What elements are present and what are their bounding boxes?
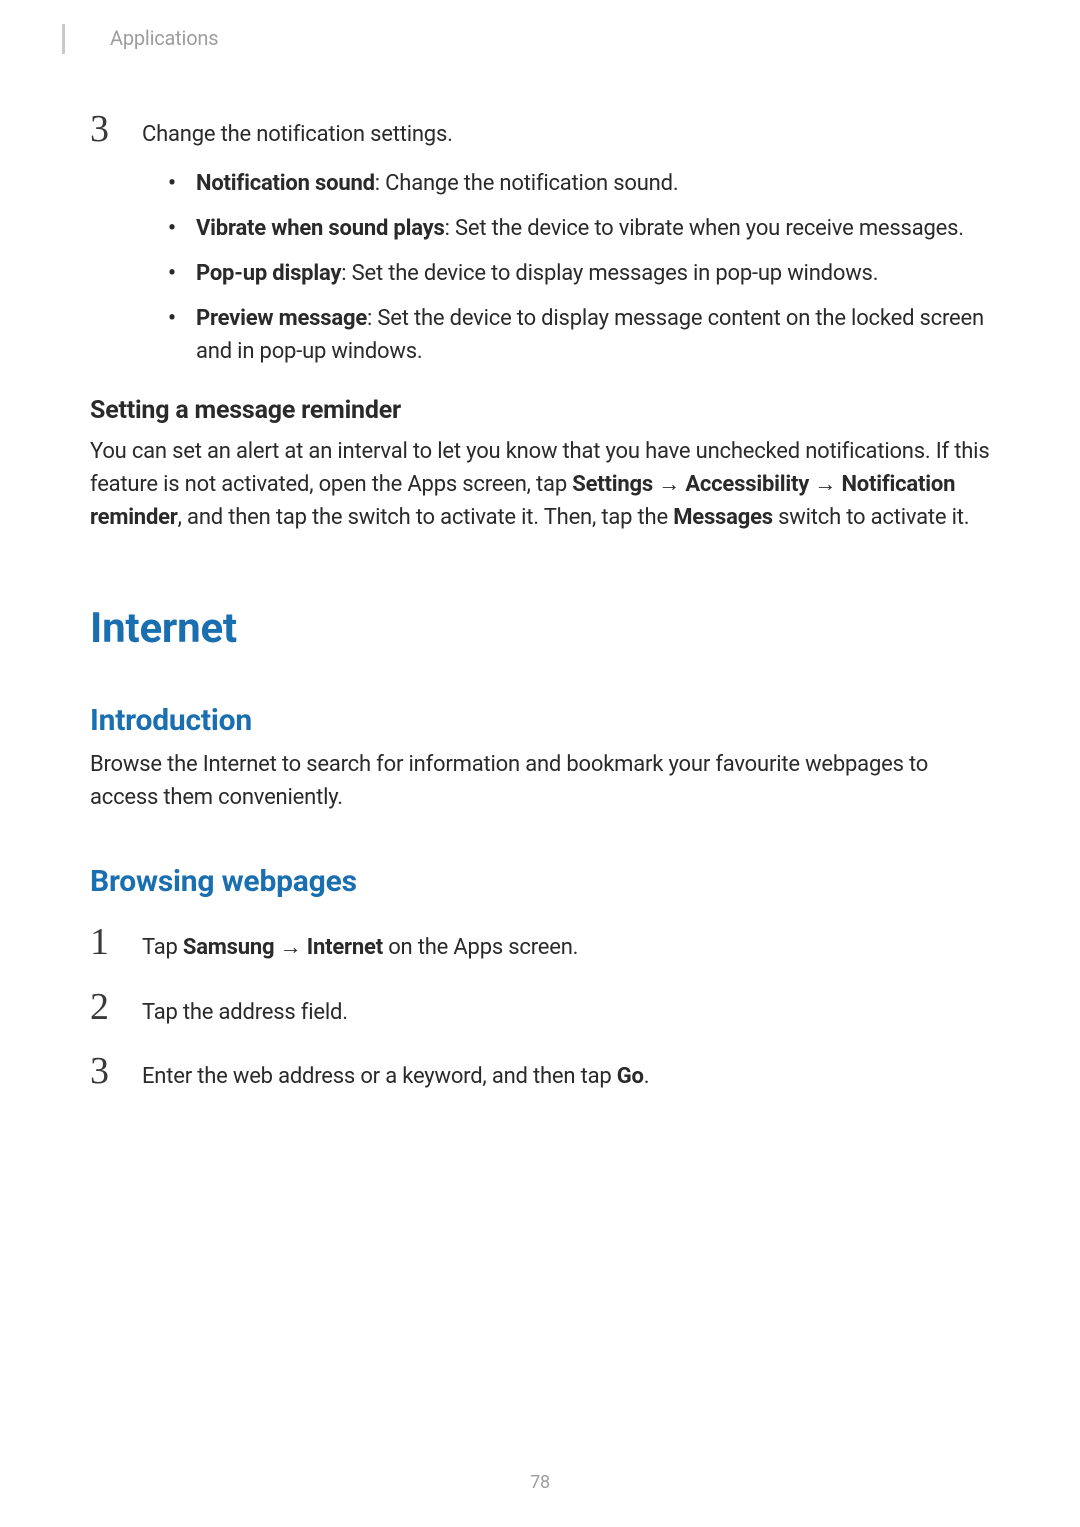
bullet-desc: : Change the notification sound. xyxy=(375,171,679,196)
breadcrumb: Applications xyxy=(110,26,990,50)
reminder-paragraph: You can set an alert at an interval to l… xyxy=(90,435,990,534)
heading-introduction: Introduction xyxy=(90,703,990,738)
bullet-term: Vibrate when sound plays xyxy=(196,216,445,241)
page-body: Applications 3 Change the notification s… xyxy=(0,0,1080,1133)
reminder-settings: Settings xyxy=(572,472,653,497)
bullet-dot-icon: • xyxy=(168,257,196,290)
notification-bullets: • Notification sound: Change the notific… xyxy=(168,167,990,368)
section-title-internet: Internet xyxy=(90,604,990,653)
browse-step-2-text: Tap the address field. xyxy=(142,998,348,1029)
s3-go: Go xyxy=(617,1064,644,1089)
arrow-icon: → xyxy=(280,935,302,960)
bullet-desc: : Set the device to display messages in … xyxy=(341,261,878,286)
page-number: 78 xyxy=(0,1472,1080,1493)
step-3-row: 3 Change the notification settings. xyxy=(90,110,990,151)
bullet-term: Pop-up display xyxy=(196,261,341,286)
bullet-desc: : Set the device to vibrate when you rec… xyxy=(445,216,964,241)
reminder-accessibility: Accessibility xyxy=(685,472,809,497)
bullet-preview-message: • Preview message: Set the device to dis… xyxy=(168,302,990,368)
step-number-3b: 3 xyxy=(90,1052,142,1090)
arrow-icon: → xyxy=(658,472,680,497)
browse-step-1: 1 Tap Samsung → Internet on the Apps scr… xyxy=(90,923,990,964)
step-number-2: 2 xyxy=(90,988,142,1026)
intro-paragraph: Browse the Internet to search for inform… xyxy=(90,748,990,814)
bullet-term: Preview message xyxy=(196,306,367,331)
browse-step-1-text: Tap Samsung → Internet on the Apps scree… xyxy=(142,933,578,964)
bullet-notification-sound: • Notification sound: Change the notific… xyxy=(168,167,990,200)
reminder-heading: Setting a message reminder xyxy=(90,396,990,425)
step-number-3: 3 xyxy=(90,110,142,148)
bullet-term: Notification sound xyxy=(196,171,375,196)
bullet-body: Pop-up display: Set the device to displa… xyxy=(196,257,990,290)
bullet-popup-display: • Pop-up display: Set the device to disp… xyxy=(168,257,990,290)
browsing-steps: 1 Tap Samsung → Internet on the Apps scr… xyxy=(90,923,990,1093)
header-divider xyxy=(62,24,65,54)
bullet-body: Notification sound: Change the notificat… xyxy=(196,167,990,200)
browse-step-2: 2 Tap the address field. xyxy=(90,988,990,1029)
step-number-1: 1 xyxy=(90,923,142,961)
reminder-messages: Messages xyxy=(673,505,773,530)
reminder-text-tail: switch to activate it. xyxy=(773,505,970,530)
bullet-dot-icon: • xyxy=(168,212,196,245)
bullet-dot-icon: • xyxy=(168,302,196,368)
bullet-body: Vibrate when sound plays: Set the device… xyxy=(196,212,990,245)
reminder-text-mid: , and then tap the switch to activate it… xyxy=(178,505,674,530)
heading-browsing: Browsing webpages xyxy=(90,864,990,899)
s3-tail: . xyxy=(644,1064,650,1089)
s1-samsung: Samsung xyxy=(183,935,275,960)
bullet-body: Preview message: Set the device to displ… xyxy=(196,302,990,368)
browse-step-3-text: Enter the web address or a keyword, and … xyxy=(142,1062,649,1093)
bullet-dot-icon: • xyxy=(168,167,196,200)
s1-internet: Internet xyxy=(307,935,383,960)
s1-tail: on the Apps screen. xyxy=(383,935,578,960)
bullet-vibrate: • Vibrate when sound plays: Set the devi… xyxy=(168,212,990,245)
browse-step-3: 3 Enter the web address or a keyword, an… xyxy=(90,1052,990,1093)
s3-pre: Enter the web address or a keyword, and … xyxy=(142,1064,617,1089)
s1-pre: Tap xyxy=(142,935,183,960)
arrow-icon: → xyxy=(814,472,836,497)
step-3-text: Change the notification settings. xyxy=(142,120,453,151)
